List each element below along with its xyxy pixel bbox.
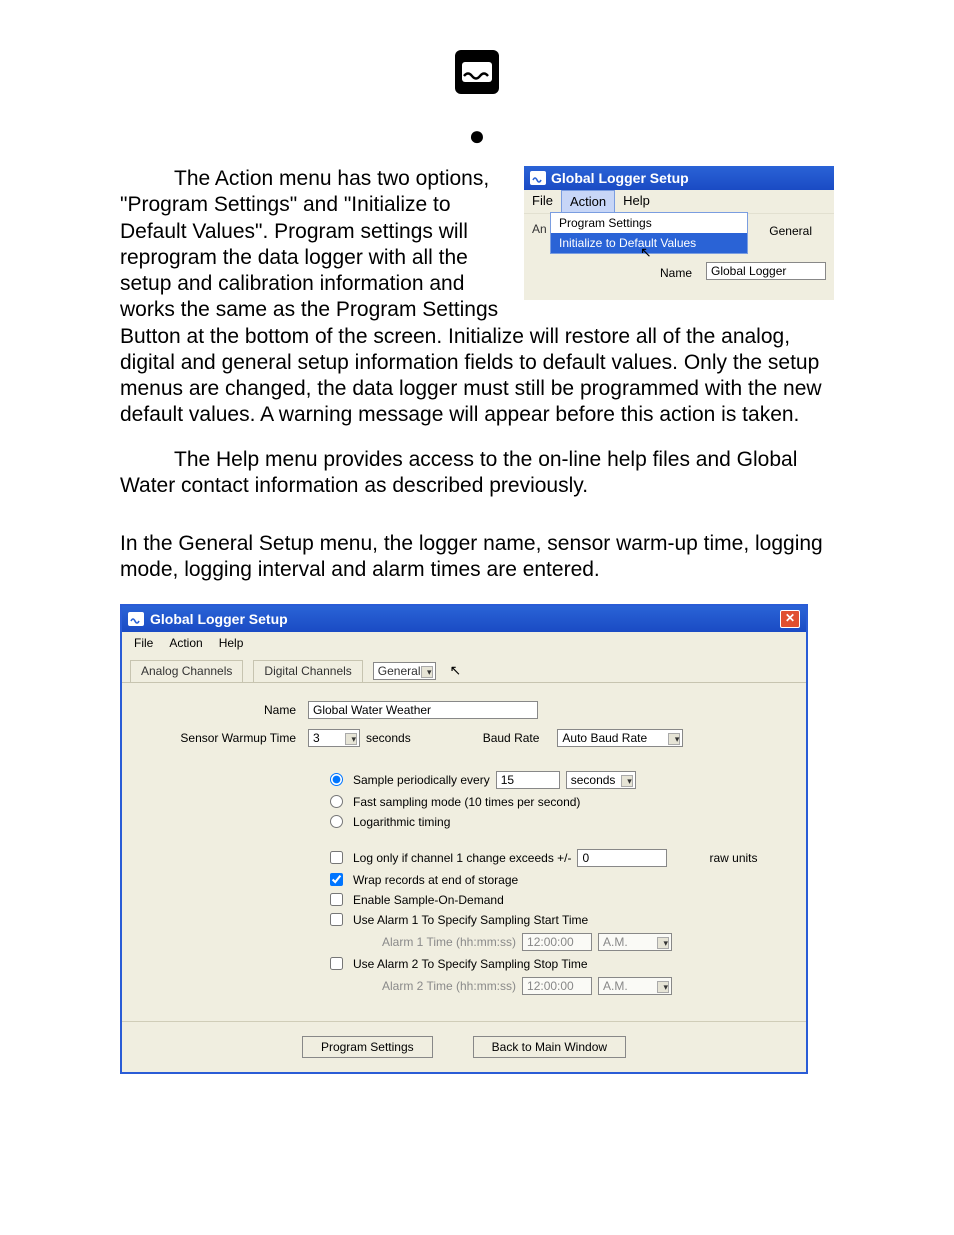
mini-tab-analog: An: [532, 222, 547, 236]
alarm1-time-input: [522, 933, 592, 951]
radio-fast-sampling[interactable]: [330, 795, 343, 808]
warmup-unit: seconds: [366, 731, 411, 745]
chk-log-only-label: Log only if channel 1 change exceeds +/-: [353, 851, 571, 865]
tab-analog-channels[interactable]: Analog Channels: [130, 660, 243, 682]
dropdown-item-program-settings[interactable]: Program Settings: [551, 213, 747, 233]
chk-wrap-label: Wrap records at end of storage: [353, 873, 518, 887]
mini-menu-action[interactable]: Action: [561, 190, 615, 213]
menu-file[interactable]: File: [126, 634, 161, 652]
chk-alarm1[interactable]: [330, 913, 343, 926]
logo-row: [120, 50, 834, 100]
mini-menu-file[interactable]: File: [524, 190, 561, 213]
wave-icon: [455, 50, 499, 94]
alarm2-ampm-select: A.M.: [598, 977, 672, 995]
mini-menu-help[interactable]: Help: [615, 190, 658, 213]
warmup-label: Sensor Warmup Time: [156, 731, 296, 745]
chk-alarm1-label: Use Alarm 1 To Specify Sampling Start Ti…: [353, 913, 588, 927]
chk1-unit: raw units: [709, 851, 757, 865]
baud-select[interactable]: Auto Baud Rate: [557, 729, 683, 747]
name-input[interactable]: [308, 701, 538, 719]
radio-sample-label: Sample periodically every: [353, 773, 490, 787]
tabs-row: Analog Channels Digital Channels General…: [122, 654, 806, 682]
alarm1-time-label: Alarm 1 Time (hh:mm:ss): [382, 935, 516, 949]
window-menubar: File Action Help: [122, 632, 806, 654]
radio-log-label: Logarithmic timing: [353, 815, 450, 829]
chk-sample-on-demand[interactable]: [330, 893, 343, 906]
mini-menubar: File Action Help: [524, 190, 834, 214]
bullet: ●: [120, 120, 834, 152]
close-icon[interactable]: ✕: [780, 610, 800, 628]
mini-name-field[interactable]: Global Logger: [706, 262, 826, 280]
name-label: Name: [156, 703, 296, 717]
cursor-icon: ↖: [450, 662, 462, 679]
global-logger-setup-window: Global Logger Setup ✕ File Action Help A…: [120, 604, 808, 1074]
chk1-value-input[interactable]: [577, 849, 667, 867]
chk-wrap-records[interactable]: [330, 873, 343, 886]
action-menu-screenshot: Global Logger Setup File Action Help An …: [524, 166, 834, 300]
menu-action[interactable]: Action: [161, 634, 210, 652]
warmup-select[interactable]: 3: [308, 729, 360, 747]
program-settings-button[interactable]: Program Settings: [302, 1036, 433, 1058]
sample-interval-input[interactable]: [496, 771, 560, 789]
baud-label: Baud Rate: [483, 731, 540, 745]
alarm2-time-label: Alarm 2 Time (hh:mm:ss): [382, 979, 516, 993]
mini-title-bar: Global Logger Setup: [524, 166, 834, 190]
tab-general[interactable]: General: [373, 662, 436, 680]
back-to-main-button[interactable]: Back to Main Window: [473, 1036, 626, 1058]
alarm2-time-input: [522, 977, 592, 995]
sample-unit-select[interactable]: seconds: [566, 771, 636, 789]
radio-logarithmic[interactable]: [330, 815, 343, 828]
cursor-icon: ↖: [640, 244, 652, 261]
menu-help[interactable]: Help: [211, 634, 252, 652]
tab-digital-channels[interactable]: Digital Channels: [253, 660, 362, 682]
chk-sod-label: Enable Sample-On-Demand: [353, 893, 504, 907]
footer-buttons: Program Settings Back to Main Window: [122, 1021, 806, 1072]
window-title-bar: Global Logger Setup ✕: [122, 606, 806, 632]
alarm1-ampm-select: A.M.: [598, 933, 672, 951]
chk-log-only-if[interactable]: [330, 851, 343, 864]
radio-sample-periodically[interactable]: [330, 773, 343, 786]
app-icon: [128, 612, 144, 626]
chk-alarm2-label: Use Alarm 2 To Specify Sampling Stop Tim…: [353, 957, 588, 971]
window-title-text: Global Logger Setup: [150, 611, 288, 627]
mini-title-text: Global Logger Setup: [551, 170, 689, 186]
chk-alarm2[interactable]: [330, 957, 343, 970]
paragraph-2: The Help menu provides access to the on-…: [120, 447, 834, 500]
mini-name-label: Name: [660, 266, 692, 280]
paragraph-3: In the General Setup menu, the logger na…: [120, 531, 834, 584]
general-panel: Name Sensor Warmup Time 3 seconds Baud R…: [122, 682, 806, 1021]
radio-fast-label: Fast sampling mode (10 times per second): [353, 795, 580, 809]
mini-tab-general: General: [759, 222, 822, 240]
app-icon: [530, 171, 546, 185]
